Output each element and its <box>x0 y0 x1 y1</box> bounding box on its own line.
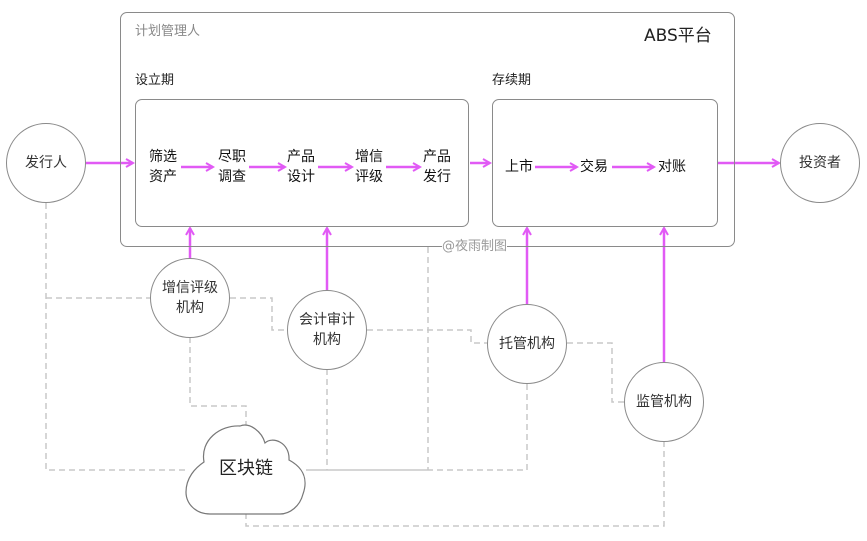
custody-node: 托管机构 <box>487 304 567 384</box>
setup-step: 产品 设计 <box>287 149 315 185</box>
link-custody-regulator <box>567 342 625 403</box>
setup-step: 产品 发行 <box>423 149 451 185</box>
link-rating-audit <box>230 297 288 331</box>
investor-node: 投资者 <box>780 123 860 203</box>
issuer-node: 发行人 <box>6 123 86 203</box>
link-rating-blockchain <box>189 337 247 428</box>
blockchain-label: 区块链 <box>219 458 273 479</box>
rating-agency-node: 增信评级 机构 <box>150 258 230 338</box>
setup-phase-title: 设立期 <box>135 73 175 88</box>
duration-step: 对账 <box>658 159 686 175</box>
platform-title: ABS平台 <box>644 26 712 46</box>
watermark: @夜雨制图 <box>442 239 508 254</box>
setup-step: 筛选 资产 <box>149 149 177 185</box>
regulator-node: 监管机构 <box>624 362 704 442</box>
duration-step: 交易 <box>580 159 608 175</box>
manager-label: 计划管理人 <box>135 24 201 39</box>
link-regulator-blockchain <box>245 441 665 527</box>
setup-step: 尽职 调查 <box>218 149 246 185</box>
link-custody-blockchain <box>428 384 528 471</box>
setup-step: 增信 评级 <box>355 149 383 185</box>
audit-firm-node: 会计审计 机构 <box>287 290 367 370</box>
duration-step: 上市 <box>505 159 533 175</box>
duration-phase-title: 存续期 <box>492 73 532 88</box>
